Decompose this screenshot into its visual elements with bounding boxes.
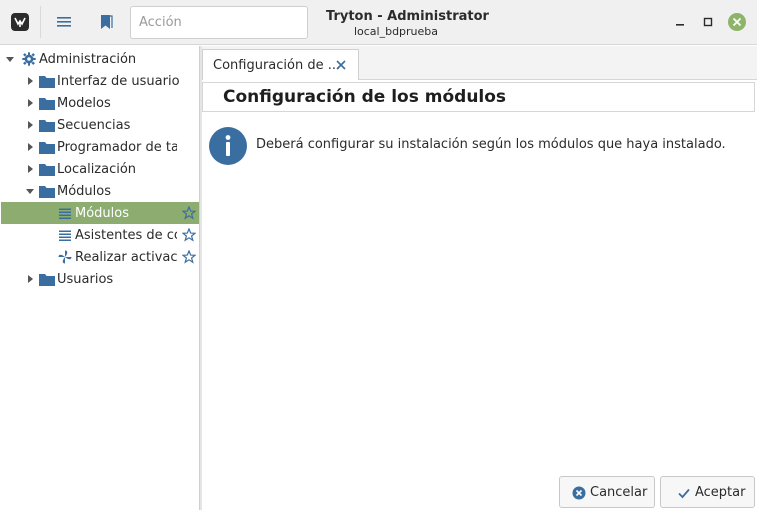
cancel-button-label: Cancelar — [590, 485, 648, 500]
close-window-button[interactable] — [727, 12, 747, 32]
accept-button-label: Aceptar — [695, 485, 746, 500]
expanded-arrow-icon[interactable] — [5, 54, 15, 64]
collapsed-arrow-icon[interactable] — [25, 142, 35, 152]
favorites-button[interactable] — [90, 6, 122, 38]
collapsed-arrow-icon[interactable] — [25, 274, 35, 284]
tree-item-label: Módulos — [75, 205, 129, 221]
tree-item-programador-de-tareas[interactable]: Programador de tare — [1, 136, 199, 158]
close-icon — [728, 13, 746, 31]
tree-item-label: Secuencias — [57, 117, 131, 133]
tree-item-label: Programador de tare — [57, 139, 177, 155]
close-tab-icon[interactable] — [334, 58, 348, 72]
tree-item-modelos[interactable]: Modelos — [1, 92, 199, 114]
collapsed-arrow-icon[interactable] — [25, 98, 35, 108]
header-separator — [40, 6, 41, 38]
maximize-button[interactable] — [698, 12, 718, 32]
menu-icon — [57, 17, 71, 27]
collapsed-arrow-icon[interactable] — [25, 120, 35, 130]
bookmark-icon — [101, 15, 113, 29]
folder-icon — [39, 272, 55, 286]
header-bar: Tryton - Administrator local_bdprueba — [0, 0, 757, 45]
star-icon[interactable] — [182, 228, 196, 242]
tree-item-asistentes-de-configuracion[interactable]: Asistentes de con — [1, 224, 199, 246]
tree-item-modulos-selected[interactable]: Módulos — [1, 202, 199, 224]
tree-item-realizar-activacion[interactable]: Realizar activacio — [1, 246, 199, 268]
gear-icon — [21, 52, 37, 66]
action-search-input[interactable] — [130, 6, 308, 39]
info-message: Deberá configurar su instalación según l… — [256, 137, 726, 152]
page-title: Configuración de los módulos — [223, 87, 507, 107]
tree-item-label: Modelos — [57, 95, 111, 111]
tree-item-label: Realizar activacio — [75, 249, 177, 265]
list-icon — [57, 228, 73, 242]
folder-icon — [39, 118, 55, 132]
tree-item-label: Administración — [39, 51, 137, 67]
tree-item-label: Asistentes de con — [75, 227, 177, 243]
tab-label: Configuración de ... — [213, 57, 341, 73]
tree-item-label: Interfaz de usuario — [57, 73, 180, 89]
wizard-icon — [57, 250, 73, 264]
folder-icon — [39, 74, 55, 88]
tree-item-label: Módulos — [57, 183, 111, 199]
cancel-button[interactable]: Cancelar — [559, 476, 655, 508]
tree-item-administracion[interactable]: Administración — [1, 48, 199, 70]
info-icon — [209, 127, 247, 165]
accept-button[interactable]: Aceptar — [660, 476, 755, 508]
tree-item-secuencias[interactable]: Secuencias — [1, 114, 199, 136]
window-subtitle: local_bdprueba — [353, 25, 439, 38]
main-content: Configuración de ... Configuración de lo… — [202, 46, 757, 510]
window-title: Tryton - Administrator — [326, 9, 489, 24]
folder-icon — [39, 184, 55, 198]
collapsed-arrow-icon[interactable] — [25, 164, 35, 174]
folder-icon — [39, 96, 55, 110]
sidebar-menu-tree: Administración Interfaz de usuario Model… — [0, 46, 200, 510]
collapsed-arrow-icon[interactable] — [25, 76, 35, 86]
app-logo-button[interactable] — [4, 6, 36, 38]
tab-strip: Configuración de ... — [202, 46, 757, 80]
cancel-icon — [572, 486, 586, 500]
minimize-icon — [676, 24, 684, 26]
tree-item-interfaz-de-usuario[interactable]: Interfaz de usuario — [1, 70, 199, 92]
menu-button[interactable] — [48, 6, 80, 38]
tree-item-usuarios[interactable]: Usuarios — [1, 268, 199, 290]
list-icon — [57, 206, 73, 220]
folder-icon — [39, 140, 55, 154]
tree-item-modulos-folder[interactable]: Módulos — [1, 180, 199, 202]
minimize-button[interactable] — [670, 12, 690, 32]
folder-icon — [39, 162, 55, 176]
expanded-arrow-icon[interactable] — [25, 186, 35, 196]
page-header: Configuración de los módulos — [202, 82, 755, 112]
star-icon[interactable] — [182, 250, 196, 264]
tryton-logo-icon — [11, 13, 29, 31]
tree-item-label: Usuarios — [57, 271, 114, 287]
tree-item-localizacion[interactable]: Localización — [1, 158, 199, 180]
maximize-icon — [703, 17, 713, 27]
checkmark-icon — [678, 488, 690, 499]
star-icon[interactable] — [182, 206, 196, 220]
tree-item-label: Localización — [57, 161, 137, 177]
tab-configuracion[interactable]: Configuración de ... — [202, 49, 359, 80]
